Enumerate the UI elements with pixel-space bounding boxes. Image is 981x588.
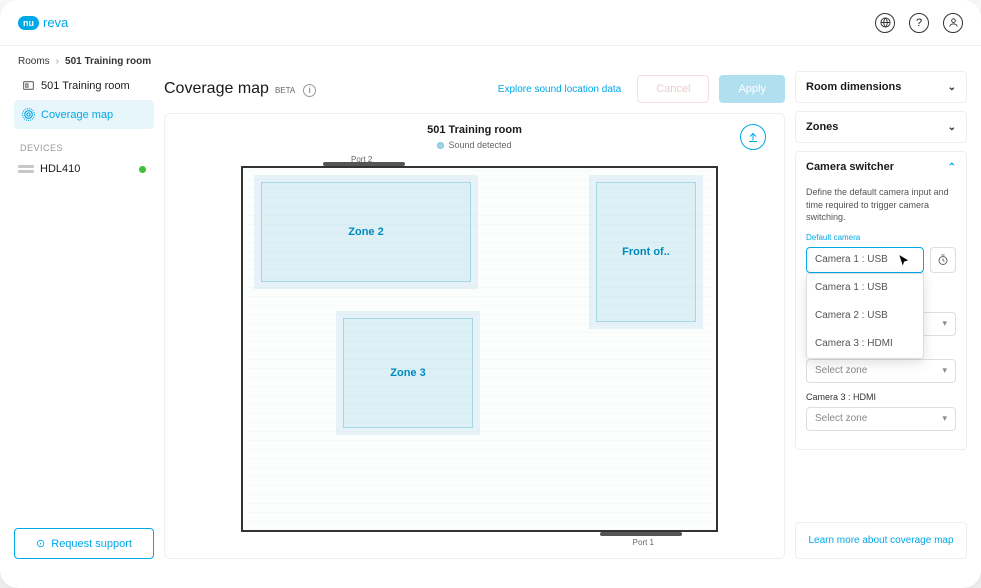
selected-option: Camera 1 : USB [815, 253, 888, 267]
sidebar-item-room[interactable]: 501 Training room [14, 71, 154, 100]
right-panel: Room dimensions ⌄ Zones ⌄ Camera switche… [795, 71, 967, 559]
dropdown-menu: Camera 1 : USB Camera 2 : USB Camera 3 :… [806, 273, 924, 359]
select-placeholder: Select zone [815, 412, 867, 426]
canvas-card: 501 Training room Sound detected Port 2 … [164, 113, 785, 559]
main-header: Coverage map BETA i Explore sound locati… [164, 71, 785, 113]
legend-label: Sound detected [448, 140, 511, 150]
sidebar: 501 Training room Coverage map DEVICES H… [14, 71, 154, 559]
dropdown-option[interactable]: Camera 1 : USB [807, 274, 923, 302]
device-bar-icon [18, 165, 34, 173]
device-name: HDL410 [40, 163, 80, 175]
upload-icon [747, 131, 759, 143]
accordion-header[interactable]: Camera switcher ⌃ [796, 152, 966, 182]
default-camera-label: Default camera [806, 232, 956, 243]
explore-link[interactable]: Explore sound location data [498, 84, 621, 95]
dropdown-option[interactable]: Camera 3 : HDMI [807, 330, 923, 358]
device-row[interactable]: HDL410 [14, 159, 154, 179]
breadcrumb-root[interactable]: Rooms [18, 56, 50, 67]
sidebar-item-label: Coverage map [41, 109, 113, 121]
language-icon[interactable] [875, 13, 895, 33]
switcher-description: Define the default camera input and time… [806, 186, 956, 224]
dropdown-option[interactable]: Camera 2 : USB [807, 302, 923, 330]
chevron-down-icon: ⌄ [948, 122, 956, 133]
chevron-right-icon: › [56, 56, 59, 67]
timer-button[interactable] [930, 247, 956, 273]
sidebar-item-coverage[interactable]: Coverage map [14, 100, 154, 129]
zone-2[interactable]: Zone 2 [261, 182, 471, 282]
zone-front[interactable]: Front of.. [596, 182, 696, 322]
chevron-down-icon: ⌄ [948, 82, 956, 93]
logo-bubble: nu [18, 16, 39, 30]
canvas-room-name: 501 Training room [183, 124, 766, 136]
port1-bar [600, 532, 682, 536]
camera2-zone-select[interactable]: Select zone [806, 359, 956, 383]
zone-label: Front of.. [622, 246, 670, 258]
accordion-zones[interactable]: Zones ⌄ [795, 111, 967, 143]
upload-button[interactable] [740, 124, 766, 150]
beta-badge: BETA [275, 86, 295, 95]
port1-label: Port 1 [633, 538, 654, 547]
support-label: Request support [51, 538, 132, 550]
legend: Sound detected [183, 140, 766, 150]
cancel-button[interactable]: Cancel [637, 75, 709, 103]
camera3-label: Camera 3 : HDMI [806, 391, 956, 404]
user-icon[interactable] [943, 13, 963, 33]
brand-logo: nu reva [18, 15, 68, 30]
map-area[interactable]: Port 2 Zone 2 Front of.. Zone 3 [183, 158, 766, 544]
zone-label: Zone 2 [348, 226, 383, 238]
breadcrumb-current: 501 Training room [65, 56, 151, 67]
room-box: Zone 2 Front of.. Zone 3 [241, 166, 718, 532]
chevron-up-icon: ⌃ [948, 162, 956, 173]
caret-down-icon [942, 317, 947, 331]
accordion-room-dimensions[interactable]: Room dimensions ⌄ [795, 71, 967, 103]
zone-label: Zone 3 [390, 367, 425, 379]
logo-text: reva [43, 15, 68, 30]
accordion-camera-switcher: Camera switcher ⌃ Define the default cam… [795, 151, 967, 450]
status-dot-icon [139, 166, 146, 173]
cursor-icon [897, 254, 911, 268]
topbar-actions: ? [875, 13, 963, 33]
select-placeholder: Select zone [815, 364, 867, 378]
topbar: nu reva ? [0, 0, 981, 46]
room-icon [22, 79, 35, 92]
clock-icon [937, 254, 949, 266]
devices-heading: DEVICES [20, 143, 154, 153]
default-camera-select[interactable]: Camera 1 : USB Camera 1 : USB Camera 2 :… [806, 247, 924, 273]
accordion-title: Room dimensions [806, 81, 901, 93]
info-icon[interactable]: i [303, 84, 316, 97]
support-icon: ⊙ [36, 537, 45, 550]
sidebar-item-label: 501 Training room [41, 80, 130, 92]
legend-dot-icon [437, 142, 444, 149]
accordion-title: Camera switcher [806, 161, 894, 173]
learn-more-link[interactable]: Learn more about coverage map [795, 522, 967, 559]
breadcrumb: Rooms › 501 Training room [0, 46, 981, 71]
caret-down-icon [942, 364, 947, 378]
caret-down-icon [942, 412, 947, 426]
accordion-title: Zones [806, 121, 838, 133]
apply-button[interactable]: Apply [719, 75, 785, 103]
app-window: nu reva ? Rooms › 501 Training room 501 … [0, 0, 981, 588]
main-column: Coverage map BETA i Explore sound locati… [164, 71, 785, 559]
request-support-button[interactable]: ⊙ Request support [14, 528, 154, 559]
page-title: Coverage map [164, 80, 269, 98]
coverage-icon [22, 108, 35, 121]
accordion-body: Define the default camera input and time… [796, 182, 966, 449]
camera3-zone-select[interactable]: Select zone [806, 407, 956, 431]
help-icon[interactable]: ? [909, 13, 929, 33]
zone-3[interactable]: Zone 3 [343, 318, 473, 428]
